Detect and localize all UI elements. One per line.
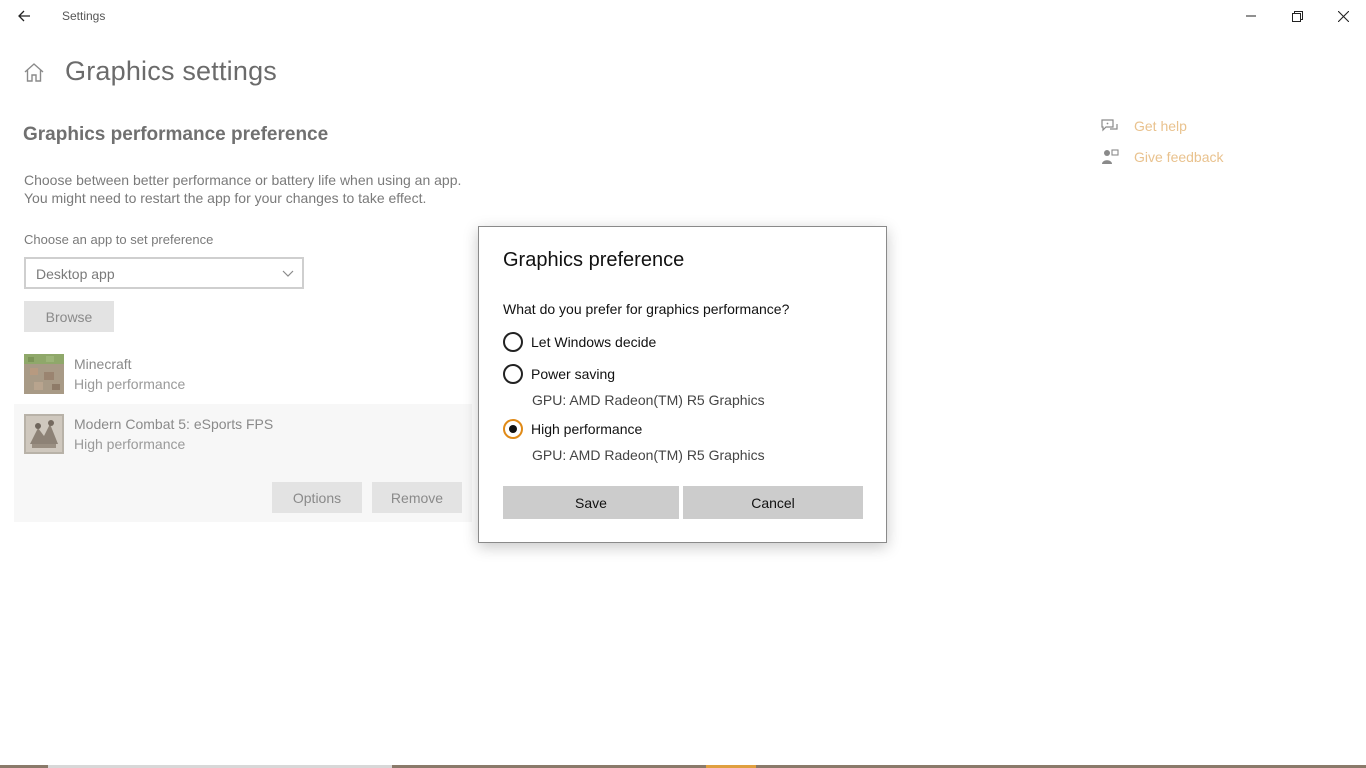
get-help-label: Get help (1134, 118, 1187, 134)
high-performance-gpu: GPU: AMD Radeon(TM) R5 Graphics (532, 447, 765, 463)
home-icon (24, 63, 44, 82)
app-type-dropdown[interactable]: Desktop app (24, 257, 304, 289)
dialog-title: Graphics preference (503, 249, 685, 271)
app-list-item-minecraft[interactable]: Minecraft High performance (14, 344, 472, 404)
window-title: Settings (62, 9, 106, 23)
close-icon (1337, 10, 1349, 22)
get-help-link[interactable]: Get help (1100, 115, 1187, 137)
options-button[interactable]: Options (272, 482, 362, 513)
chevron-down-icon (282, 270, 294, 277)
radio-high-performance[interactable]: High performance (503, 418, 642, 440)
app-preference: High performance (74, 436, 186, 452)
radio-power-saving[interactable]: Power saving (503, 363, 615, 385)
choose-app-label: Choose an app to set preference (24, 232, 214, 247)
minimize-icon (1246, 15, 1256, 17)
app-list-item-modern-combat[interactable]: Modern Combat 5: eSports FPS High perfor… (14, 404, 472, 464)
radio-button[interactable] (503, 332, 523, 352)
description-line-1: Choose between better performance or bat… (24, 172, 462, 188)
section-description: Choose between better performance or bat… (24, 171, 484, 207)
home-button[interactable] (22, 61, 46, 85)
close-button[interactable] (1320, 0, 1366, 32)
save-button[interactable]: Save (503, 486, 679, 519)
back-button[interactable] (8, 2, 40, 30)
app-name: Minecraft (74, 356, 132, 372)
radio-button[interactable] (503, 364, 523, 384)
give-feedback-link[interactable]: Give feedback (1100, 146, 1224, 168)
radio-label: High performance (531, 421, 643, 437)
feedback-icon (1100, 147, 1120, 167)
give-feedback-label: Give feedback (1134, 149, 1224, 165)
back-arrow-icon (18, 10, 30, 22)
minimize-button[interactable] (1228, 0, 1274, 32)
radio-label: Power saving (531, 366, 616, 382)
radio-let-windows-decide[interactable]: Let Windows decide (503, 331, 656, 353)
title-bar: Settings (0, 0, 1366, 32)
app-name: Modern Combat 5: eSports FPS (74, 416, 274, 432)
modern-combat-app-icon (24, 414, 64, 454)
browse-button[interactable]: Browse (24, 301, 114, 332)
section-title: Graphics performance preference (23, 124, 329, 145)
app-actions-bar: Options Remove (14, 464, 472, 522)
restore-button[interactable] (1274, 0, 1320, 32)
help-chat-icon (1100, 116, 1120, 136)
graphics-preference-dialog: Graphics preference What do you prefer f… (478, 226, 887, 543)
cancel-button[interactable]: Cancel (683, 486, 863, 519)
dialog-question: What do you prefer for graphics performa… (503, 301, 790, 317)
minecraft-app-icon (24, 354, 64, 394)
remove-button[interactable]: Remove (372, 482, 462, 513)
restore-icon (1291, 10, 1303, 22)
power-saving-gpu: GPU: AMD Radeon(TM) R5 Graphics (532, 392, 765, 408)
app-preference: High performance (74, 376, 186, 392)
page-title: Graphics settings (65, 56, 277, 86)
radio-button-selected[interactable] (503, 419, 523, 439)
radio-label: Let Windows decide (531, 334, 657, 350)
dropdown-value: Desktop app (36, 266, 115, 282)
description-line-2: You might need to restart the app for yo… (24, 190, 427, 206)
